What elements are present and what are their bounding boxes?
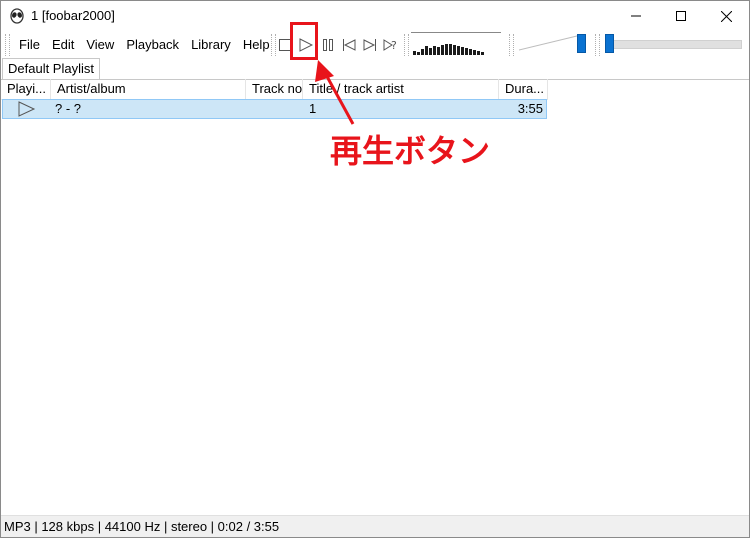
menu-file[interactable]: File — [13, 31, 46, 58]
spectrum-visualizer[interactable] — [411, 32, 501, 55]
play-button-highlight — [290, 22, 318, 60]
playlist-header: Playi... Artist/album Track no Title / t… — [1, 79, 548, 100]
spectrum-bar — [461, 47, 464, 55]
previous-icon — [343, 38, 356, 51]
spectrum-bar — [453, 45, 456, 55]
next-icon — [363, 38, 376, 51]
spectrum-bar — [477, 51, 480, 55]
spectrum-bar — [473, 50, 476, 55]
maximize-icon — [676, 11, 686, 21]
menu-grip[interactable] — [5, 33, 10, 56]
minimize-button[interactable] — [613, 1, 659, 31]
annotation-label: 再生ボタン — [330, 132, 491, 170]
volume-grip[interactable] — [509, 34, 514, 56]
spectrum-bar — [469, 49, 472, 55]
window-title: 1 [foobar2000] — [31, 8, 115, 23]
spectrum-bar — [421, 49, 424, 55]
menu-bar: File Edit View Playback Library Help — [5, 31, 276, 58]
random-button[interactable]: ? — [382, 35, 400, 54]
playlist-tabs: Default Playlist — [1, 58, 749, 80]
title-bar: 1 [foobar2000] — [1, 1, 749, 31]
spectrum-bar — [433, 46, 436, 55]
spectrum-bar — [445, 44, 448, 55]
menu-view[interactable]: View — [80, 31, 120, 58]
spectrum-bar — [449, 44, 452, 55]
column-artist-album[interactable]: Artist/album — [51, 79, 246, 99]
column-duration[interactable]: Dura... — [499, 79, 548, 99]
seekbar-thumb[interactable] — [605, 34, 614, 53]
row-artist-album: ? - ? — [55, 101, 82, 116]
svg-text:?: ? — [391, 39, 397, 52]
minimize-icon — [631, 15, 641, 17]
spectrum-bar — [425, 46, 428, 55]
seekbar-grip[interactable] — [595, 34, 600, 56]
spectrum-bar — [417, 52, 420, 55]
spectrum-bar — [413, 51, 416, 55]
spectrum-bar — [481, 52, 484, 55]
spectrum-bar — [437, 47, 440, 55]
spectrum-bar — [429, 48, 432, 55]
menu-library[interactable]: Library — [185, 31, 237, 58]
spectrum-bar — [441, 45, 444, 55]
foobar2000-window: 1 [foobar2000] File Edit View Playback L… — [0, 0, 750, 538]
spectrum-bar — [465, 48, 468, 55]
pause-icon — [323, 38, 333, 51]
status-bar: MP3 | 128 kbps | 44100 Hz | stereo | 0:0… — [1, 515, 749, 537]
random-icon: ? — [383, 39, 397, 52]
close-button[interactable] — [703, 1, 749, 31]
column-track-no[interactable]: Track no — [246, 79, 303, 99]
close-icon — [720, 10, 732, 22]
volume-slider-thumb[interactable] — [577, 34, 586, 53]
row-track-no: 1 — [309, 101, 317, 116]
row-duration: 3:55 — [517, 101, 543, 116]
volume-slider-track[interactable] — [519, 34, 583, 52]
maximize-button[interactable] — [658, 1, 704, 31]
column-playing[interactable]: Playi... — [1, 79, 51, 99]
tab-default-playlist[interactable]: Default Playlist — [2, 58, 100, 79]
pause-button[interactable] — [319, 35, 337, 54]
spectrum-bar — [457, 46, 460, 55]
column-title[interactable]: Title / track artist — [303, 79, 499, 99]
menu-help[interactable]: Help — [237, 31, 276, 58]
previous-button[interactable] — [340, 35, 358, 54]
play-indicator-icon — [18, 101, 36, 117]
menu-edit[interactable]: Edit — [46, 31, 80, 58]
playlist-row[interactable]: ? - ? 1 3:55 — [2, 99, 547, 119]
menu-playback[interactable]: Playback — [120, 31, 185, 58]
alien-logo-icon — [10, 8, 24, 24]
seekbar-track[interactable] — [606, 40, 742, 49]
visualizer-grip[interactable] — [404, 34, 409, 56]
next-button[interactable] — [361, 35, 379, 54]
